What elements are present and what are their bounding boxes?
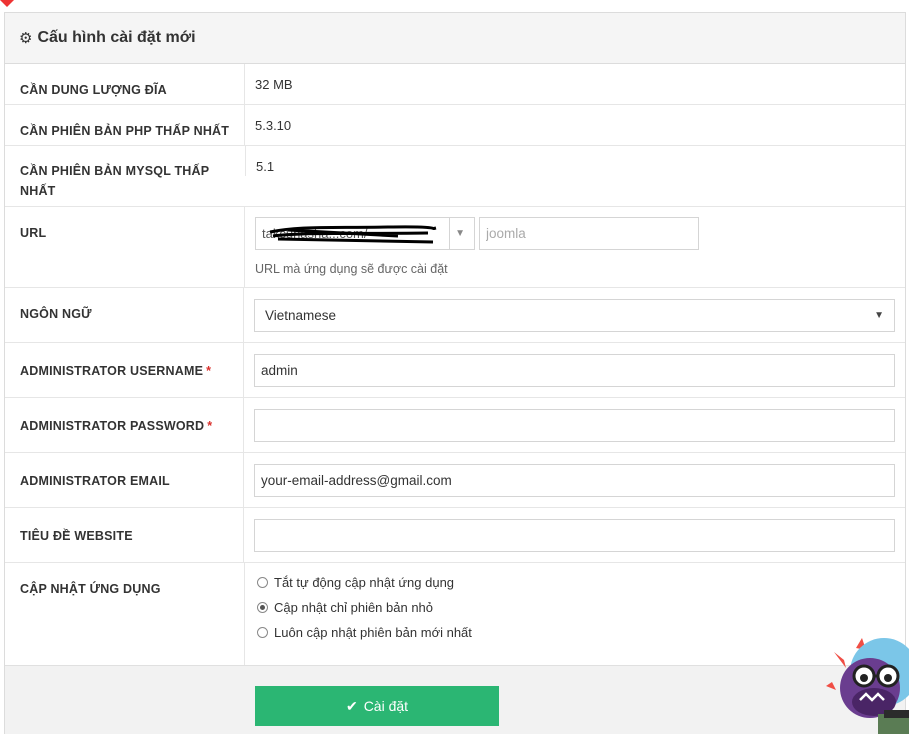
mascot-illustration bbox=[826, 638, 909, 734]
select-separator bbox=[449, 218, 450, 249]
url-row: URL takcunasha...com/ ▼ URL mà ứng dụng … bbox=[5, 207, 905, 288]
password-label: ADMINISTRATOR PASSWORD * bbox=[5, 398, 244, 452]
corner-marker bbox=[0, 0, 14, 7]
radio-button-checked[interactable] bbox=[257, 602, 268, 613]
url-help-text: URL mà ứng dụng sẽ được cài đặt bbox=[255, 262, 448, 276]
url-path-input[interactable] bbox=[479, 217, 699, 250]
check-icon: ✔ bbox=[345, 697, 358, 714]
email-label: ADMINISTRATOR EMAIL bbox=[5, 453, 244, 507]
requirement-row-disk: CẦN DUNG LƯỢNG ĐĨA 32 MB bbox=[5, 64, 905, 105]
site-title-label: TIÊU ĐỀ WEBSITE bbox=[5, 508, 244, 562]
php-label: CẦN PHIÊN BẢN PHP THẤP NHẤT bbox=[5, 105, 245, 145]
language-value: Vietnamese bbox=[265, 308, 337, 323]
panel-title: Cấu hình cài đặt mới bbox=[37, 29, 196, 46]
form-footer: ✔ Cài đặt bbox=[5, 665, 905, 734]
username-label-text: ADMINISTRATOR USERNAME bbox=[20, 364, 204, 378]
caret-down-icon: ▼ bbox=[874, 310, 884, 321]
requirement-row-mysql: CẦN PHIÊN BẢN MYSQL THẤP NHẤT 5.1 bbox=[5, 146, 905, 207]
username-row: ADMINISTRATOR USERNAME * bbox=[5, 343, 905, 398]
gears-icon: ⚙ bbox=[19, 30, 33, 47]
disk-value: 32 MB bbox=[255, 77, 293, 92]
update-option-off[interactable]: Tắt tự động cập nhật ứng dụng bbox=[257, 575, 895, 590]
language-label: NGÔN NGỮ bbox=[5, 288, 244, 342]
redaction-scribble bbox=[269, 225, 437, 244]
update-option-latest[interactable]: Luôn cập nhật phiên bản mới nhất bbox=[257, 625, 895, 640]
mysql-value: 5.1 bbox=[256, 159, 275, 174]
radio-button[interactable] bbox=[257, 627, 268, 638]
update-option-minor[interactable]: Cập nhật chỉ phiên bản nhỏ bbox=[257, 600, 895, 615]
install-button-label: Cài đặt bbox=[363, 698, 409, 714]
panel-header: ⚙ Cấu hình cài đặt mới bbox=[5, 13, 905, 64]
language-select[interactable]: Vietnamese ▼ bbox=[254, 299, 895, 332]
site-title-input[interactable] bbox=[254, 519, 895, 552]
install-config-panel: ⚙ Cấu hình cài đặt mới CẦN DUNG LƯỢNG ĐĨ… bbox=[4, 12, 906, 734]
update-label: CẬP NHẬT ỨNG DỤNG bbox=[5, 563, 245, 666]
password-row: ADMINISTRATOR PASSWORD * bbox=[5, 398, 905, 453]
mysql-label: CẦN PHIÊN BẢN MYSQL THẤP NHẤT bbox=[20, 164, 210, 198]
username-label: ADMINISTRATOR USERNAME * bbox=[5, 343, 244, 397]
language-row: NGÔN NGỮ Vietnamese ▼ bbox=[5, 288, 905, 343]
php-value: 5.3.10 bbox=[255, 118, 292, 133]
email-input[interactable] bbox=[254, 464, 895, 497]
caret-down-icon: ▼ bbox=[455, 228, 465, 239]
username-input[interactable] bbox=[254, 354, 895, 387]
requirement-row-php: CẦN PHIÊN BẢN PHP THẤP NHẤT 5.3.10 bbox=[5, 105, 905, 146]
url-domain-select[interactable]: takcunasha...com/ ▼ bbox=[255, 217, 475, 250]
email-row: ADMINISTRATOR EMAIL bbox=[5, 453, 905, 508]
install-button[interactable]: ✔ Cài đặt bbox=[255, 686, 499, 726]
disk-label: CẦN DUNG LƯỢNG ĐĨA bbox=[5, 64, 245, 104]
site-title-row: TIÊU ĐỀ WEBSITE bbox=[5, 508, 905, 563]
password-label-text: ADMINISTRATOR PASSWORD bbox=[20, 419, 205, 433]
required-mark: * bbox=[206, 364, 212, 378]
update-option-label: Tắt tự động cập nhật ứng dụng bbox=[274, 575, 455, 590]
url-label: URL bbox=[5, 207, 245, 287]
update-row: CẬP NHẬT ỨNG DỤNG Tắt tự động cập nhật ứ… bbox=[5, 563, 905, 666]
radio-button[interactable] bbox=[257, 577, 268, 588]
required-mark: * bbox=[207, 419, 213, 433]
password-input[interactable] bbox=[254, 409, 895, 442]
update-option-label: Luôn cập nhật phiên bản mới nhất bbox=[274, 625, 472, 640]
update-option-label: Cập nhật chỉ phiên bản nhỏ bbox=[274, 600, 434, 615]
